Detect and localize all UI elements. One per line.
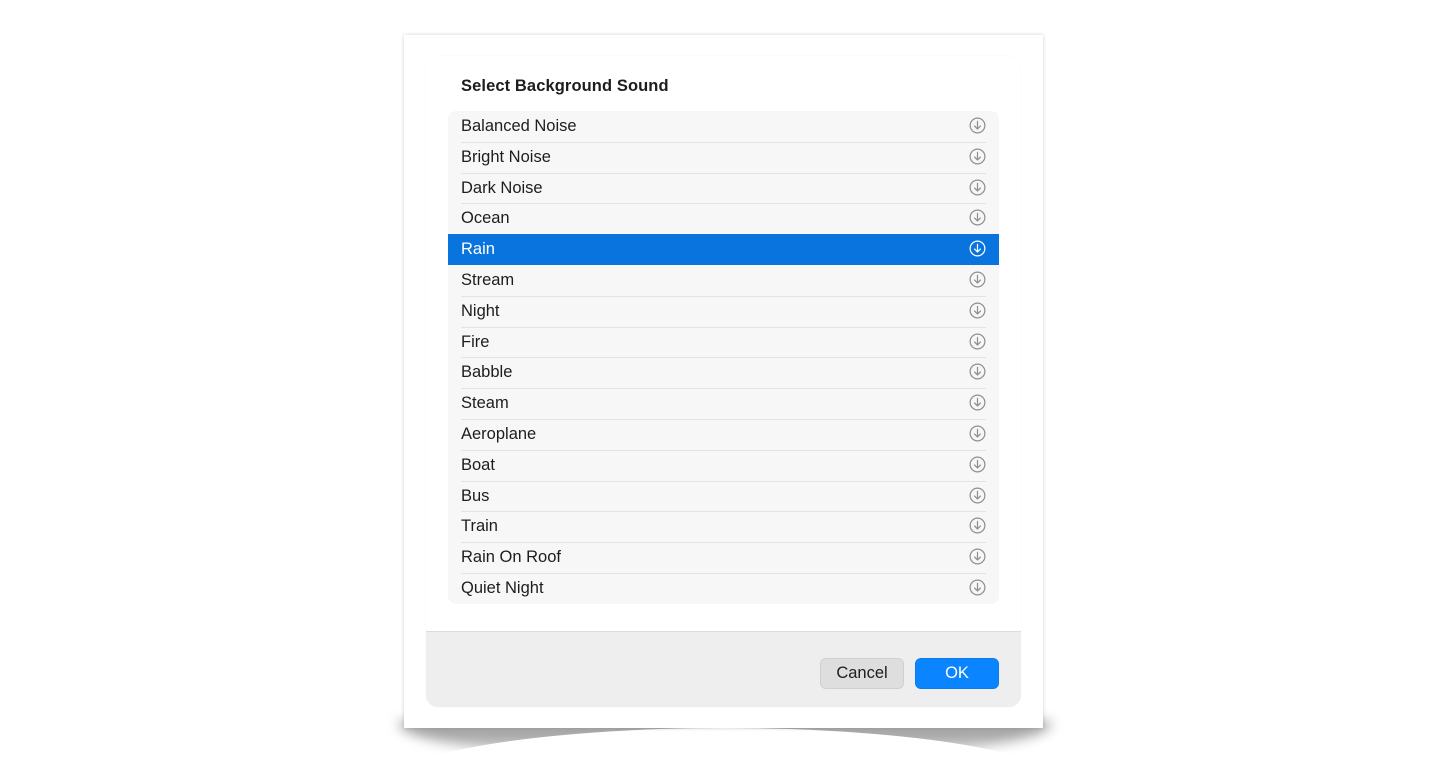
download-icon[interactable] [969, 425, 986, 442]
sound-item-label: Train [461, 517, 498, 536]
sound-list-item[interactable]: Ocean [448, 203, 999, 236]
download-icon[interactable] [969, 579, 986, 596]
screenshot-stage: Select Background Sound Balanced Noise Br… [0, 0, 1456, 780]
sound-item-label: Dark Noise [461, 178, 543, 197]
dialog-title: Select Background Sound [461, 77, 669, 95]
sound-list-item[interactable]: Babble [448, 357, 999, 390]
sound-list-item[interactable]: Fire [448, 327, 999, 359]
sound-item-label: Steam [461, 394, 509, 413]
sound-item-label: Balanced Noise [461, 117, 577, 135]
download-icon[interactable] [969, 240, 986, 257]
download-icon[interactable] [969, 148, 986, 165]
download-icon[interactable] [969, 487, 986, 504]
sound-list-item[interactable]: Balanced Noise [448, 111, 999, 143]
background-sound-dialog: Select Background Sound Balanced Noise Br… [426, 56, 1021, 707]
sound-item-label: Fire [461, 332, 490, 351]
sound-item-label: Babble [461, 363, 513, 382]
ok-button[interactable]: OK [915, 658, 999, 689]
download-icon[interactable] [969, 179, 986, 196]
sound-item-label: Bright Noise [461, 147, 551, 166]
sound-list[interactable]: Balanced Noise Bright Noise Dark Noise Ocea… [448, 111, 999, 604]
download-icon[interactable] [969, 117, 986, 134]
sound-list-item[interactable]: Rain On Roof [448, 542, 999, 574]
sound-list-item[interactable]: Dark Noise [448, 173, 999, 205]
sound-list-item[interactable]: Quiet Night [448, 573, 999, 604]
download-icon[interactable] [969, 517, 986, 534]
sound-item-label: Night [461, 301, 500, 320]
sound-list-item[interactable]: Stream [448, 265, 999, 297]
sound-item-label: Ocean [461, 209, 510, 228]
sound-list-item[interactable]: Train [448, 511, 999, 544]
download-icon[interactable] [969, 394, 986, 411]
sound-list-item[interactable]: Night [448, 296, 999, 328]
sound-item-label: Boat [461, 455, 495, 474]
sound-item-label: Bus [461, 486, 490, 505]
sound-list-item[interactable]: Steam [448, 388, 999, 420]
sound-item-label: Stream [461, 271, 515, 289]
download-icon[interactable] [969, 548, 986, 565]
sound-item-label: Quiet Night [461, 579, 544, 597]
download-icon[interactable] [969, 209, 986, 226]
cancel-button[interactable]: Cancel [820, 658, 904, 689]
sound-item-label: Rain On Roof [461, 548, 561, 567]
dialog-footer: Cancel OK [426, 631, 1021, 707]
download-icon[interactable] [969, 271, 986, 288]
sound-list-item[interactable]: Boat [448, 450, 999, 482]
download-icon[interactable] [969, 302, 986, 319]
sound-list-item[interactable]: Rain [448, 234, 999, 265]
download-icon[interactable] [969, 333, 986, 350]
sound-list-item[interactable]: Bright Noise [448, 142, 999, 174]
download-icon[interactable] [969, 456, 986, 473]
sound-list-item[interactable]: Aeroplane [448, 419, 999, 451]
sound-list-item[interactable]: Bus [448, 481, 999, 513]
sound-item-label: Rain [461, 240, 495, 259]
download-icon[interactable] [969, 363, 986, 380]
sound-item-label: Aeroplane [461, 425, 537, 443]
